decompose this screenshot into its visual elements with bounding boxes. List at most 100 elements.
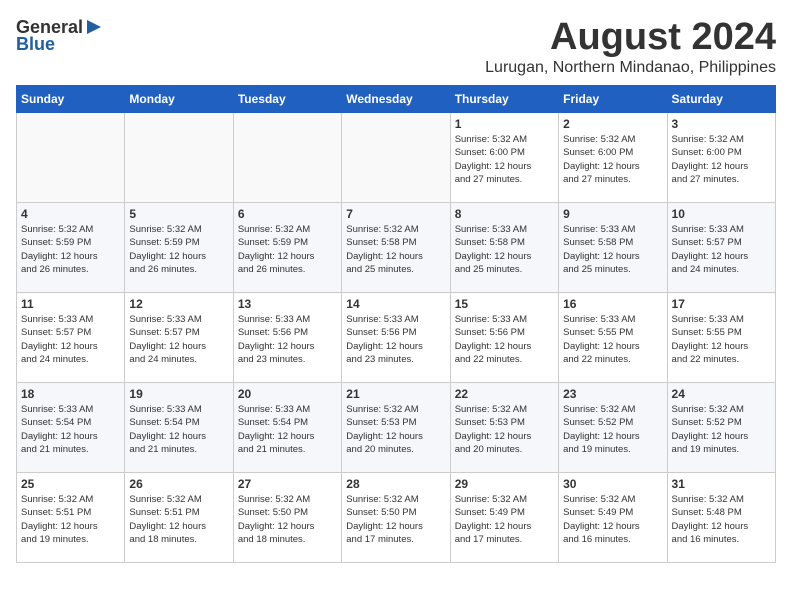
day-number: 4: [21, 207, 120, 221]
calendar-cell: 21 Sunrise: 5:32 AM Sunset: 5:53 PM Dayli…: [342, 383, 450, 473]
day-number: 15: [455, 297, 554, 311]
header-day-thursday: Thursday: [450, 86, 558, 113]
cell-content: Sunrise: 5:32 AM Sunset: 5:49 PM Dayligh…: [563, 493, 662, 546]
day-number: 28: [346, 477, 445, 491]
cell-content: Sunrise: 5:33 AM Sunset: 5:57 PM Dayligh…: [21, 313, 120, 366]
cell-content: Sunrise: 5:32 AM Sunset: 5:59 PM Dayligh…: [129, 223, 228, 276]
calendar-cell: 20 Sunrise: 5:33 AM Sunset: 5:54 PM Dayli…: [233, 383, 341, 473]
calendar-week-2: 4 Sunrise: 5:32 AM Sunset: 5:59 PM Daylig…: [17, 203, 776, 293]
day-number: 17: [672, 297, 771, 311]
cell-content: Sunrise: 5:32 AM Sunset: 5:59 PM Dayligh…: [21, 223, 120, 276]
calendar-cell: 11Sunrise: 5:33 AM Sunset: 5:57 PM Dayli…: [17, 293, 125, 383]
day-number: 1: [455, 117, 554, 131]
cell-content: Sunrise: 5:32 AM Sunset: 5:50 PM Dayligh…: [346, 493, 445, 546]
day-number: 23: [563, 387, 662, 401]
calendar-cell: 31 Sunrise: 5:32 AM Sunset: 5:48 PM Dayli…: [667, 473, 775, 563]
calendar-cell: 3 Sunrise: 5:32 AM Sunset: 6:00 PM Daylig…: [667, 113, 775, 203]
cell-content: Sunrise: 5:32 AM Sunset: 5:51 PM Dayligh…: [129, 493, 228, 546]
calendar-cell: 22 Sunrise: 5:32 AM Sunset: 5:53 PM Dayli…: [450, 383, 558, 473]
day-number: 14: [346, 297, 445, 311]
day-number: 21: [346, 387, 445, 401]
calendar-cell: 9Sunrise: 5:33 AM Sunset: 5:58 PM Daylig…: [559, 203, 667, 293]
calendar-cell: [342, 113, 450, 203]
calendar-cell: 24 Sunrise: 5:32 AM Sunset: 5:52 PM Dayli…: [667, 383, 775, 473]
header-day-saturday: Saturday: [667, 86, 775, 113]
calendar-cell: 10 Sunrise: 5:33 AM Sunset: 5:57 PM Dayli…: [667, 203, 775, 293]
cell-content: Sunrise: 5:33 AM Sunset: 5:58 PM Dayligh…: [563, 223, 662, 276]
cell-content: Sunrise: 5:32 AM Sunset: 6:00 PM Dayligh…: [563, 133, 662, 186]
day-number: 16: [563, 297, 662, 311]
cell-content: Sunrise: 5:32 AM Sunset: 5:50 PM Dayligh…: [238, 493, 337, 546]
cell-content: Sunrise: 5:33 AM Sunset: 5:57 PM Dayligh…: [672, 223, 771, 276]
day-number: 31: [672, 477, 771, 491]
cell-content: Sunrise: 5:32 AM Sunset: 6:00 PM Dayligh…: [672, 133, 771, 186]
cell-content: Sunrise: 5:33 AM Sunset: 5:56 PM Dayligh…: [238, 313, 337, 366]
calendar-cell: [125, 113, 233, 203]
cell-content: Sunrise: 5:33 AM Sunset: 5:54 PM Dayligh…: [238, 403, 337, 456]
cell-content: Sunrise: 5:33 AM Sunset: 5:55 PM Dayligh…: [672, 313, 771, 366]
day-number: 25: [21, 477, 120, 491]
cell-content: Sunrise: 5:32 AM Sunset: 5:51 PM Dayligh…: [21, 493, 120, 546]
calendar-cell: 13 Sunrise: 5:33 AM Sunset: 5:56 PM Dayli…: [233, 293, 341, 383]
cell-content: Sunrise: 5:32 AM Sunset: 5:49 PM Dayligh…: [455, 493, 554, 546]
day-number: 6: [238, 207, 337, 221]
calendar-cell: 17 Sunrise: 5:33 AM Sunset: 5:55 PM Dayli…: [667, 293, 775, 383]
logo: General Blue: [16, 16, 105, 55]
calendar-cell: 23 Sunrise: 5:32 AM Sunset: 5:52 PM Dayli…: [559, 383, 667, 473]
location-text: Lurugan, Northern Mindanao, Philippines: [485, 59, 776, 77]
day-number: 2: [563, 117, 662, 131]
header-day-monday: Monday: [125, 86, 233, 113]
cell-content: Sunrise: 5:33 AM Sunset: 5:58 PM Dayligh…: [455, 223, 554, 276]
calendar-cell: 6 Sunrise: 5:32 AM Sunset: 5:59 PM Daylig…: [233, 203, 341, 293]
calendar-cell: 14Sunrise: 5:33 AM Sunset: 5:56 PM Dayli…: [342, 293, 450, 383]
cell-content: Sunrise: 5:33 AM Sunset: 5:55 PM Dayligh…: [563, 313, 662, 366]
calendar-cell: 8Sunrise: 5:33 AM Sunset: 5:58 PM Daylig…: [450, 203, 558, 293]
cell-content: Sunrise: 5:32 AM Sunset: 6:00 PM Dayligh…: [455, 133, 554, 186]
day-number: 27: [238, 477, 337, 491]
calendar-cell: [17, 113, 125, 203]
cell-content: Sunrise: 5:32 AM Sunset: 5:53 PM Dayligh…: [346, 403, 445, 456]
calendar-cell: 12Sunrise: 5:33 AM Sunset: 5:57 PM Dayli…: [125, 293, 233, 383]
cell-content: Sunrise: 5:32 AM Sunset: 5:52 PM Dayligh…: [563, 403, 662, 456]
day-number: 30: [563, 477, 662, 491]
cell-content: Sunrise: 5:32 AM Sunset: 5:52 PM Dayligh…: [672, 403, 771, 456]
calendar-cell: 2 Sunrise: 5:32 AM Sunset: 6:00 PM Daylig…: [559, 113, 667, 203]
day-number: 13: [238, 297, 337, 311]
header-day-friday: Friday: [559, 86, 667, 113]
cell-content: Sunrise: 5:32 AM Sunset: 5:53 PM Dayligh…: [455, 403, 554, 456]
calendar-cell: 16 Sunrise: 5:33 AM Sunset: 5:55 PM Dayli…: [559, 293, 667, 383]
header-day-tuesday: Tuesday: [233, 86, 341, 113]
day-number: 22: [455, 387, 554, 401]
calendar-cell: 26 Sunrise: 5:32 AM Sunset: 5:51 PM Dayli…: [125, 473, 233, 563]
logo-blue-text: Blue: [16, 34, 55, 55]
calendar-week-3: 11Sunrise: 5:33 AM Sunset: 5:57 PM Dayli…: [17, 293, 776, 383]
calendar-week-1: 1 Sunrise: 5:32 AM Sunset: 6:00 PM Daylig…: [17, 113, 776, 203]
cell-content: Sunrise: 5:32 AM Sunset: 5:48 PM Dayligh…: [672, 493, 771, 546]
day-number: 7: [346, 207, 445, 221]
day-number: 29: [455, 477, 554, 491]
calendar-cell: 7 Sunrise: 5:32 AM Sunset: 5:58 PM Daylig…: [342, 203, 450, 293]
calendar-cell: [233, 113, 341, 203]
day-number: 10: [672, 207, 771, 221]
calendar-week-4: 18Sunrise: 5:33 AM Sunset: 5:54 PM Dayli…: [17, 383, 776, 473]
page-header: General Blue August 2024 Lurugan, Northe…: [16, 16, 776, 77]
day-number: 26: [129, 477, 228, 491]
cell-content: Sunrise: 5:32 AM Sunset: 5:59 PM Dayligh…: [238, 223, 337, 276]
calendar-cell: 30 Sunrise: 5:32 AM Sunset: 5:49 PM Dayli…: [559, 473, 667, 563]
calendar-header: SundayMondayTuesdayWednesdayThursdayFrid…: [17, 86, 776, 113]
calendar-cell: 29 Sunrise: 5:32 AM Sunset: 5:49 PM Dayli…: [450, 473, 558, 563]
calendar-cell: 27 Sunrise: 5:32 AM Sunset: 5:50 PM Dayli…: [233, 473, 341, 563]
day-number: 3: [672, 117, 771, 131]
day-number: 24: [672, 387, 771, 401]
header-row: SundayMondayTuesdayWednesdayThursdayFrid…: [17, 86, 776, 113]
cell-content: Sunrise: 5:32 AM Sunset: 5:58 PM Dayligh…: [346, 223, 445, 276]
calendar-cell: 25 Sunrise: 5:32 AM Sunset: 5:51 PM Dayli…: [17, 473, 125, 563]
cell-content: Sunrise: 5:33 AM Sunset: 5:54 PM Dayligh…: [129, 403, 228, 456]
calendar-cell: 4 Sunrise: 5:32 AM Sunset: 5:59 PM Daylig…: [17, 203, 125, 293]
cell-content: Sunrise: 5:33 AM Sunset: 5:57 PM Dayligh…: [129, 313, 228, 366]
header-day-wednesday: Wednesday: [342, 86, 450, 113]
logo-icon: [83, 16, 105, 38]
calendar-table: SundayMondayTuesdayWednesdayThursdayFrid…: [16, 85, 776, 563]
month-title: August 2024: [485, 16, 776, 59]
day-number: 20: [238, 387, 337, 401]
